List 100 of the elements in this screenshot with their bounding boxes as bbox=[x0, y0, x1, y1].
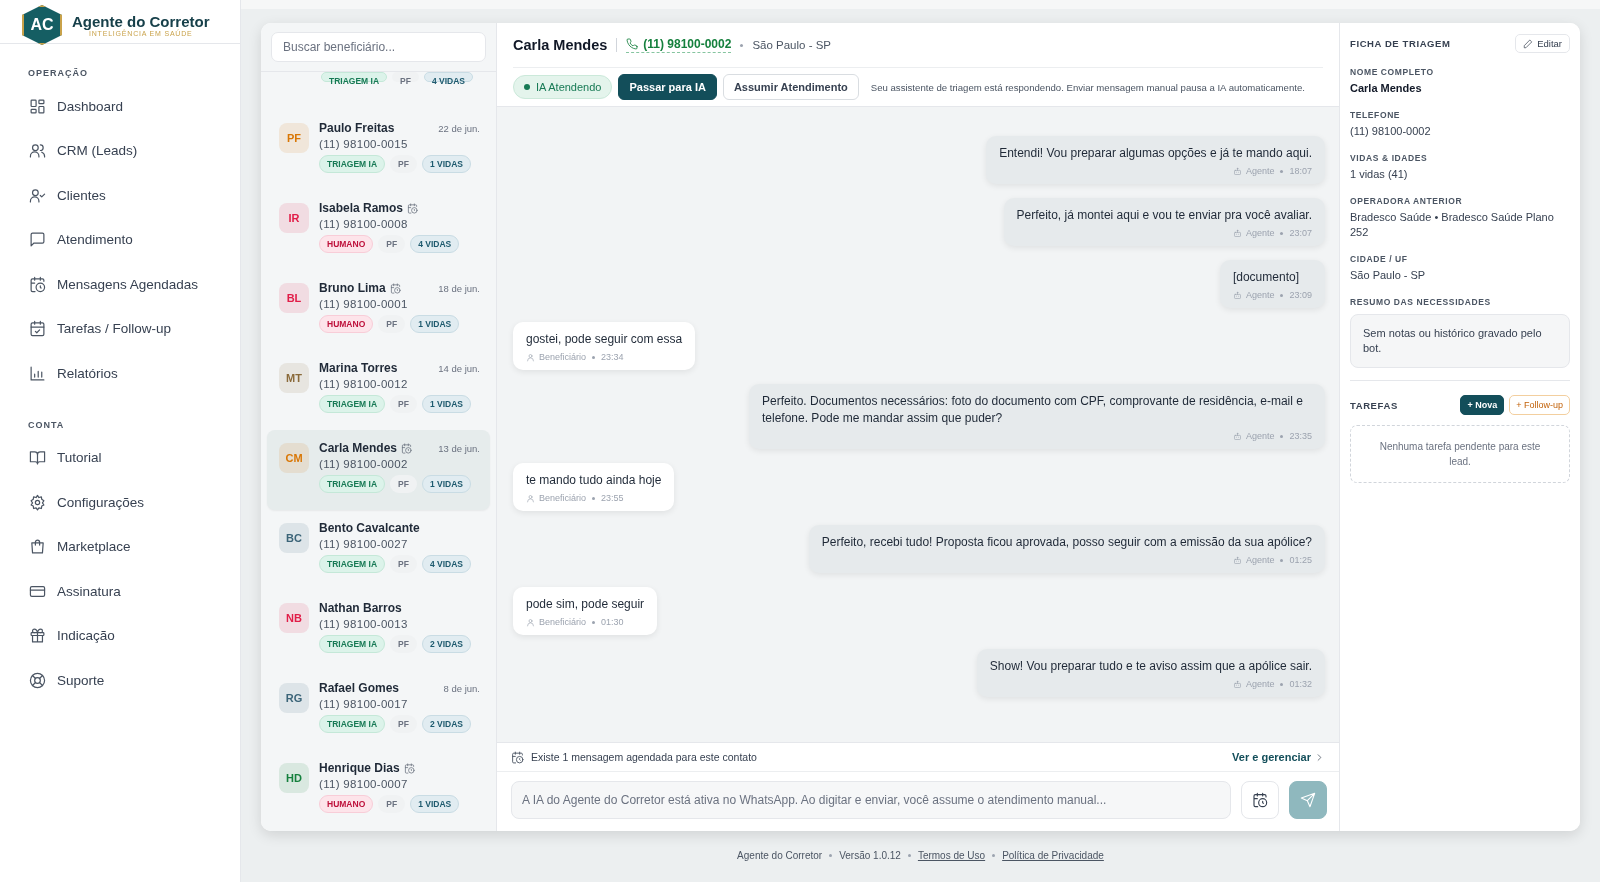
section-label: OPERAÇÃO bbox=[27, 68, 89, 78]
contact-date: 8 de jun. bbox=[443, 682, 480, 694]
calendar-clock-icon bbox=[29, 275, 46, 293]
type-tag: PF bbox=[390, 395, 417, 413]
contact-date: 14 de jun. bbox=[438, 362, 480, 374]
scheduled-notice: Existe 1 mensagem agendada para este contato bbox=[531, 751, 757, 763]
contact-item[interactable]: CM Carla Mendes 13 de jun. (11) 98100-0002 TRIAGEM IA PF 1 VIDAS bbox=[267, 430, 490, 510]
contact-phone: (11) 98100-0015 bbox=[319, 138, 409, 150]
logo-badge: AC bbox=[22, 5, 62, 45]
nav-item[interactable]: Assinatura bbox=[0, 569, 240, 614]
contact-name: Nathan Barros bbox=[319, 601, 402, 615]
contact-date: 22 de jun. bbox=[438, 122, 480, 134]
nav-item[interactable]: Atendimento bbox=[0, 217, 240, 262]
status-tag: TRIAGEM IA bbox=[319, 715, 386, 733]
nav-item[interactable]: Tutorial bbox=[0, 435, 240, 480]
contact-item[interactable]: BC Bento Cavalcante (11) 98100-0027 TRIAGEM IA PF 4 VIDAS bbox=[267, 510, 490, 590]
field-value: Bradesco Saúde • Bradesco Saúde Plano 252 bbox=[1350, 210, 1555, 240]
take-over-button[interactable]: Assumir Atendimento bbox=[722, 74, 859, 100]
nav-item[interactable]: Indicação bbox=[0, 613, 240, 658]
ai-status-pill: IA Atendendo bbox=[513, 75, 613, 99]
lives-tag: 1 VIDAS bbox=[421, 475, 471, 493]
schedule-button[interactable] bbox=[1241, 781, 1279, 819]
footer-link[interactable]: Política de Privacidade bbox=[1002, 849, 1104, 861]
avatar-initials: NB bbox=[279, 603, 309, 633]
gift-icon bbox=[29, 627, 46, 645]
message-author: Agente bbox=[1245, 290, 1275, 300]
lives-tag: 2 VIDAS bbox=[421, 715, 471, 733]
message-author: Agente bbox=[1245, 431, 1275, 441]
footer-text: Agente do Corretor bbox=[737, 849, 823, 861]
status-note: Seu assistente de triagem está respondendo. Enviar mensagem manual pausa a IA automaticamente. bbox=[870, 81, 1305, 93]
nav-item[interactable]: Suporte bbox=[0, 658, 240, 703]
type-tag: PF bbox=[390, 555, 417, 573]
type-tag: PF bbox=[390, 715, 417, 733]
message-time: 23:34 bbox=[601, 352, 624, 362]
dashboard-icon bbox=[29, 97, 46, 115]
nav-item[interactable]: Mensagens Agendadas bbox=[0, 262, 240, 307]
type-tag: PF bbox=[392, 72, 419, 82]
contact-item[interactable]: BL Bruno Lima 18 de jun. (11) 98100-0001 HUMANO PF 1 VIDAS bbox=[267, 270, 490, 350]
book-icon bbox=[29, 449, 46, 467]
search-field[interactable]: Buscar beneficiário... bbox=[271, 32, 486, 62]
contact-phone: (11) 98100-0001 bbox=[319, 298, 409, 310]
contact-item[interactable]: MT Marina Torres 14 de jun. (11) 98100-0012 TRIAGEM IA PF 1 VIDAS bbox=[267, 350, 490, 430]
contact-name: Bruno Lima bbox=[319, 281, 386, 295]
contact-item[interactable]: HD Henrique Dias (11) 98100-0007 HUMANO PF 1 VIDAS bbox=[267, 750, 490, 830]
status-tag: HUMANO bbox=[319, 315, 374, 333]
message-time: 01:30 bbox=[601, 617, 624, 627]
avatar-initials: RG bbox=[279, 683, 309, 713]
user-icon bbox=[526, 352, 535, 362]
contact-phone: (11) 98100-0012 bbox=[319, 378, 409, 390]
nav-item[interactable]: Tarefas / Follow-up bbox=[0, 306, 240, 351]
message-time: 23:07 bbox=[1289, 228, 1312, 238]
outgoing-message: Entendi! Vou preparar algumas opções e já te mando aqui. Agente 18:07 bbox=[986, 136, 1325, 184]
field-value: São Paulo - SP bbox=[1350, 268, 1427, 283]
handoff-ai-button[interactable]: Passar para IA bbox=[618, 74, 717, 100]
phone-link[interactable]: (11) 98100-0002 bbox=[626, 37, 732, 53]
follow-up-button[interactable]: + Follow-up bbox=[1509, 395, 1570, 415]
field-label: OPERADORA ANTERIOR bbox=[1350, 196, 1464, 206]
field-value: (11) 98100-0002 bbox=[1350, 124, 1432, 139]
avatar-initials: MT bbox=[279, 363, 309, 393]
calendar-check-icon bbox=[29, 320, 46, 338]
message-time: 23:55 bbox=[601, 493, 624, 503]
field-label: NOME COMPLETO bbox=[1350, 67, 1435, 77]
message-author: Beneficiário bbox=[539, 617, 587, 627]
chat-icon bbox=[29, 231, 46, 249]
message-field[interactable]: A IA do Agente do Corretor está ativa no WhatsApp. Ao digitar e enviar, você assume o atendimento manual... bbox=[511, 781, 1231, 819]
contact-item[interactable]: NB Nathan Barros (11) 98100-0013 TRIAGEM IA PF 2 VIDAS bbox=[267, 590, 490, 670]
nav-item[interactable]: Dashboard bbox=[0, 84, 240, 129]
user-icon bbox=[526, 617, 535, 627]
status-tag: TRIAGEM IA bbox=[319, 635, 386, 653]
contact-phone: (11) 98100-0013 bbox=[319, 618, 409, 630]
footer-link[interactable]: Termos de Uso bbox=[917, 849, 986, 861]
pencil-icon bbox=[1523, 38, 1534, 49]
manage-link[interactable]: Ver e gerenciar bbox=[1232, 751, 1325, 763]
brand-name: Agente do Corretor bbox=[72, 14, 210, 30]
contact-phone: (11) 98100-0027 bbox=[319, 538, 409, 550]
message-author: Agente bbox=[1245, 166, 1275, 176]
contact-item[interactable]: PF Paulo Freitas 22 de jun. (11) 98100-0015 TRIAGEM IA PF 1 VIDAS bbox=[267, 110, 490, 190]
nav-item[interactable]: Clientes bbox=[0, 173, 240, 218]
edit-button[interactable]: Editar bbox=[1515, 34, 1570, 53]
avatar-initials: BC bbox=[279, 523, 309, 553]
nav-item[interactable]: CRM (Leads) bbox=[0, 128, 240, 173]
message-time: 23:09 bbox=[1289, 290, 1312, 300]
footer-text: Versão 1.0.12 bbox=[839, 849, 901, 861]
avatar-initials: BL bbox=[279, 283, 309, 313]
nav-item[interactable]: Relatórios bbox=[0, 351, 240, 396]
empty-tasks-message: Nenhuma tarefa pendente para este lead. bbox=[1350, 425, 1570, 483]
bot-icon bbox=[1232, 679, 1242, 689]
outgoing-message: [documento] Agente 23:09 bbox=[1219, 260, 1325, 308]
contact-item[interactable]: IR Isabela Ramos (11) 98100-0008 HUMANO PF 4 VIDAS bbox=[267, 190, 490, 270]
incoming-message: gostei, pode seguir com essa Beneficiário 23:34 bbox=[513, 322, 696, 370]
bot-icon bbox=[1232, 290, 1242, 300]
avatar-initials: HD bbox=[279, 763, 309, 793]
contact-city: São Paulo - SP bbox=[752, 39, 831, 51]
new-task-button[interactable]: + Nova bbox=[1460, 395, 1505, 415]
nav-item[interactable]: Marketplace bbox=[0, 524, 240, 569]
type-tag: PF bbox=[378, 315, 406, 333]
contact-item[interactable]: RG Rafael Gomes 8 de jun. (11) 98100-0017 TRIAGEM IA PF 2 VIDAS bbox=[267, 670, 490, 750]
incoming-message: pode sim, pode seguir Beneficiário 01:30 bbox=[513, 587, 658, 635]
outgoing-message: Perfeito, já montei aqui e vou te enviar pra você avaliar. Agente 23:07 bbox=[1003, 198, 1325, 246]
nav-item[interactable]: Configurações bbox=[0, 480, 240, 525]
